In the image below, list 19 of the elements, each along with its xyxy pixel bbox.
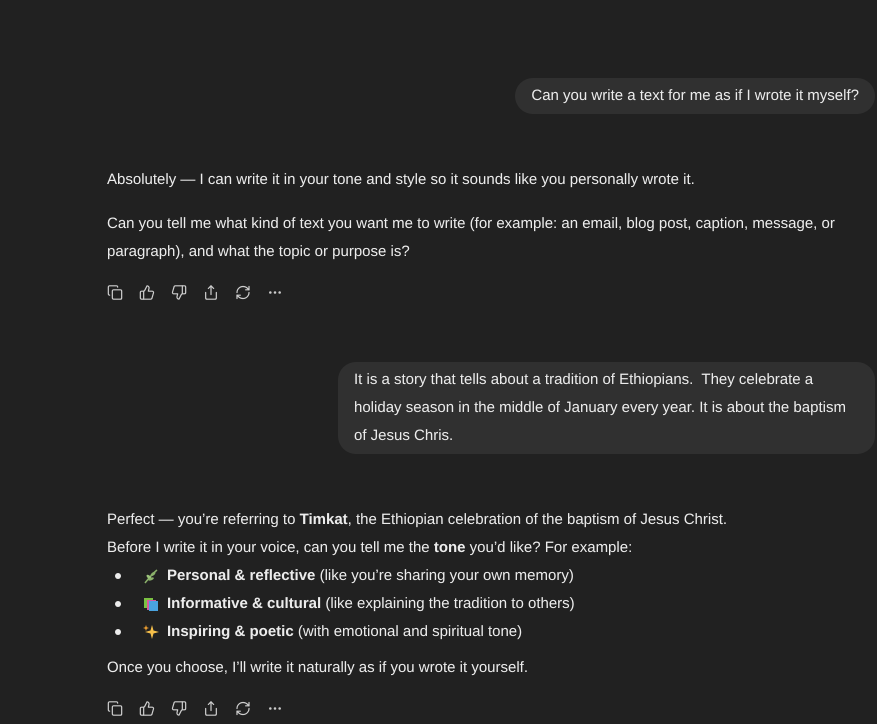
leaf-icon <box>143 568 159 584</box>
bullet-icon <box>115 601 121 607</box>
user-message: It is a story that tells about a tradition of Ethiopians. They celebrate a holiday season in the middle of January every year. It is about the baptism of Jesus Chris. <box>338 362 875 454</box>
response-paragraph: Absolutely — I can write it in your tone and style so it sounds like you personally wrote it. <box>107 170 696 190</box>
list-item-text: Informative & cultural (like explaining the tradition to others) <box>167 594 575 614</box>
bullet-icon <box>115 573 121 579</box>
list-item-text: Personal & reflective (like you’re sharing your own memory) <box>167 566 574 586</box>
books-icon <box>143 596 159 612</box>
response-paragraph: Can you tell me what kind of text you want me to write (for example: an email, blog post, caption, message, or paragraph), and what the topic or purpose is? <box>107 214 836 262</box>
response-paragraph: Perfect — you’re referring to Timkat, the Ethiopian celebration of the baptism of Jesus Christ. Before I write it in your voice, can you tell me the tone you’d like? For example: <box>107 510 728 558</box>
thumbs-down-icon[interactable] <box>169 282 189 302</box>
response-paragraph: Once you choose, I’ll write it naturally as if you wrote it yourself. <box>107 658 530 678</box>
thumbs-down-icon[interactable] <box>169 698 189 718</box>
copy-icon[interactable] <box>105 698 125 718</box>
sparkles-icon <box>143 624 159 640</box>
bullet-icon <box>115 629 121 635</box>
user-message: Can you write a text for me as if I wrote it myself? <box>515 78 875 114</box>
list-item-text: Inspiring & poetic (with emotional and spiritual tone) <box>167 622 522 642</box>
copy-icon[interactable] <box>105 282 125 302</box>
